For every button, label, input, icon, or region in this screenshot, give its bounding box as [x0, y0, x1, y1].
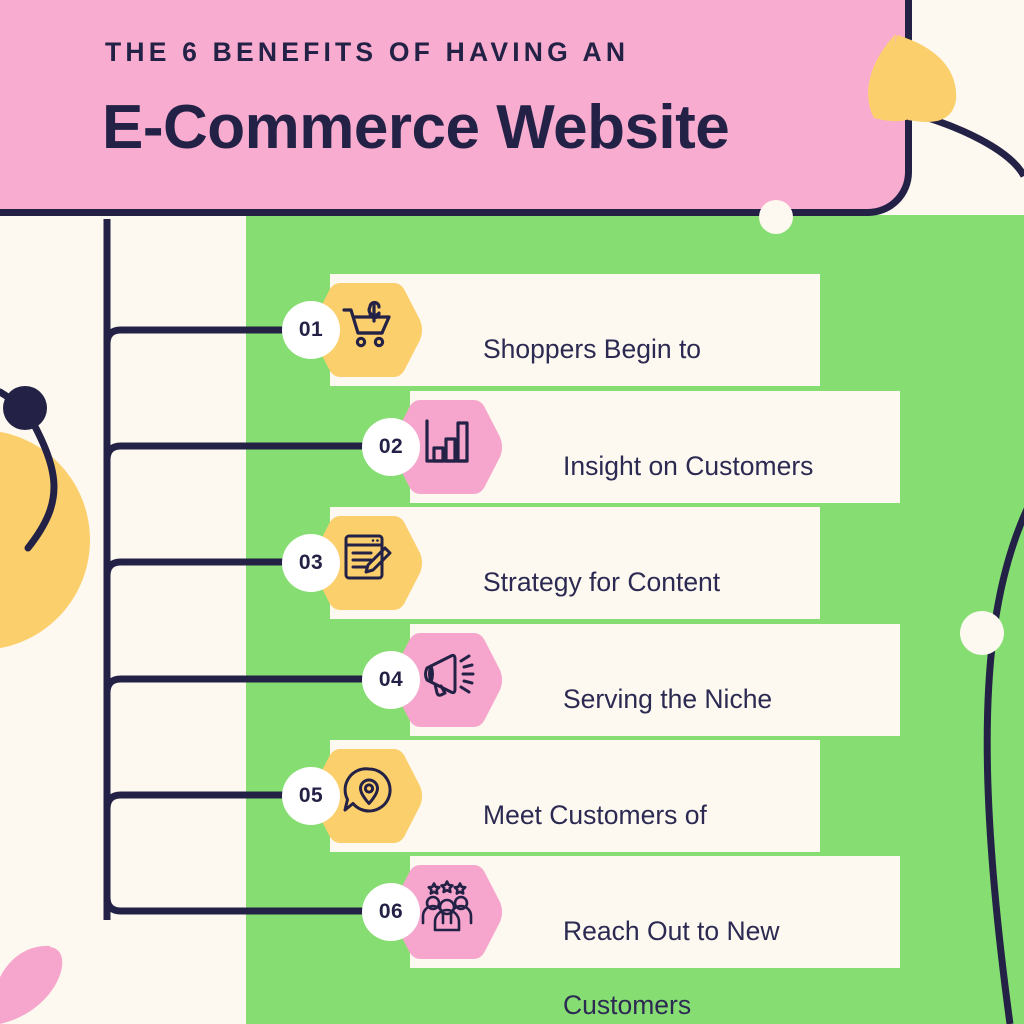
benefit-number-badge-1: 01 [282, 301, 340, 359]
benefit-text-line1-4: Serving the Niche [563, 684, 773, 714]
benefit-text-line1-6: Reach Out to New [563, 916, 780, 946]
benefit-text-line1-3: Strategy for Content [483, 567, 721, 597]
infographic-canvas: THE 6 BENEFITS OF HAVING AN E-Commerce W… [0, 0, 1024, 1024]
header-banner: THE 6 BENEFITS OF HAVING AN E-Commerce W… [0, 0, 912, 216]
benefit-row-3[interactable]: 03 Strategy for Content Marketing [282, 507, 830, 671]
connector-branch-01 [103, 326, 300, 345]
page-title: E-Commerce Website [102, 93, 730, 162]
benefit-row-4[interactable]: 04 Serving the Niche Markets [362, 624, 910, 788]
header-eyebrow: THE 6 BENEFITS OF HAVING AN [105, 37, 630, 67]
benefit-number-badge-5: 05 [282, 767, 340, 825]
benefit-number-badge-2: 02 [362, 418, 420, 476]
benefit-row-5[interactable]: 05 Meet Customers of Their Location [282, 740, 830, 904]
connector-branch-06 [103, 896, 380, 915]
benefit-text-line1-2: Insight on Customers [563, 451, 814, 481]
benefit-number-badge-3: 03 [282, 534, 340, 592]
benefit-text-line1-1: Shoppers Begin to [483, 334, 702, 364]
benefit-text-line2-6: Customers [563, 990, 692, 1020]
connector-branch-05 [103, 791, 300, 810]
connector-branch-02 [103, 442, 380, 461]
benefit-row-1[interactable]: 01 Shoppers Begin to Hunt Online [282, 274, 830, 438]
connector-branch-03 [103, 558, 300, 577]
connector-branch-04 [103, 675, 380, 694]
benefit-number-badge-4: 04 [362, 651, 420, 709]
benefit-number-badge-6: 06 [362, 883, 420, 941]
benefit-text-6: Reach Out to New Customers [563, 876, 780, 1024]
benefit-row-2[interactable]: 02 Insight on Customers Data [362, 391, 910, 555]
benefit-text-line1-5: Meet Customers of [483, 800, 707, 830]
benefit-row-6[interactable]: 06 Reach Out to New Customers [362, 856, 910, 1020]
